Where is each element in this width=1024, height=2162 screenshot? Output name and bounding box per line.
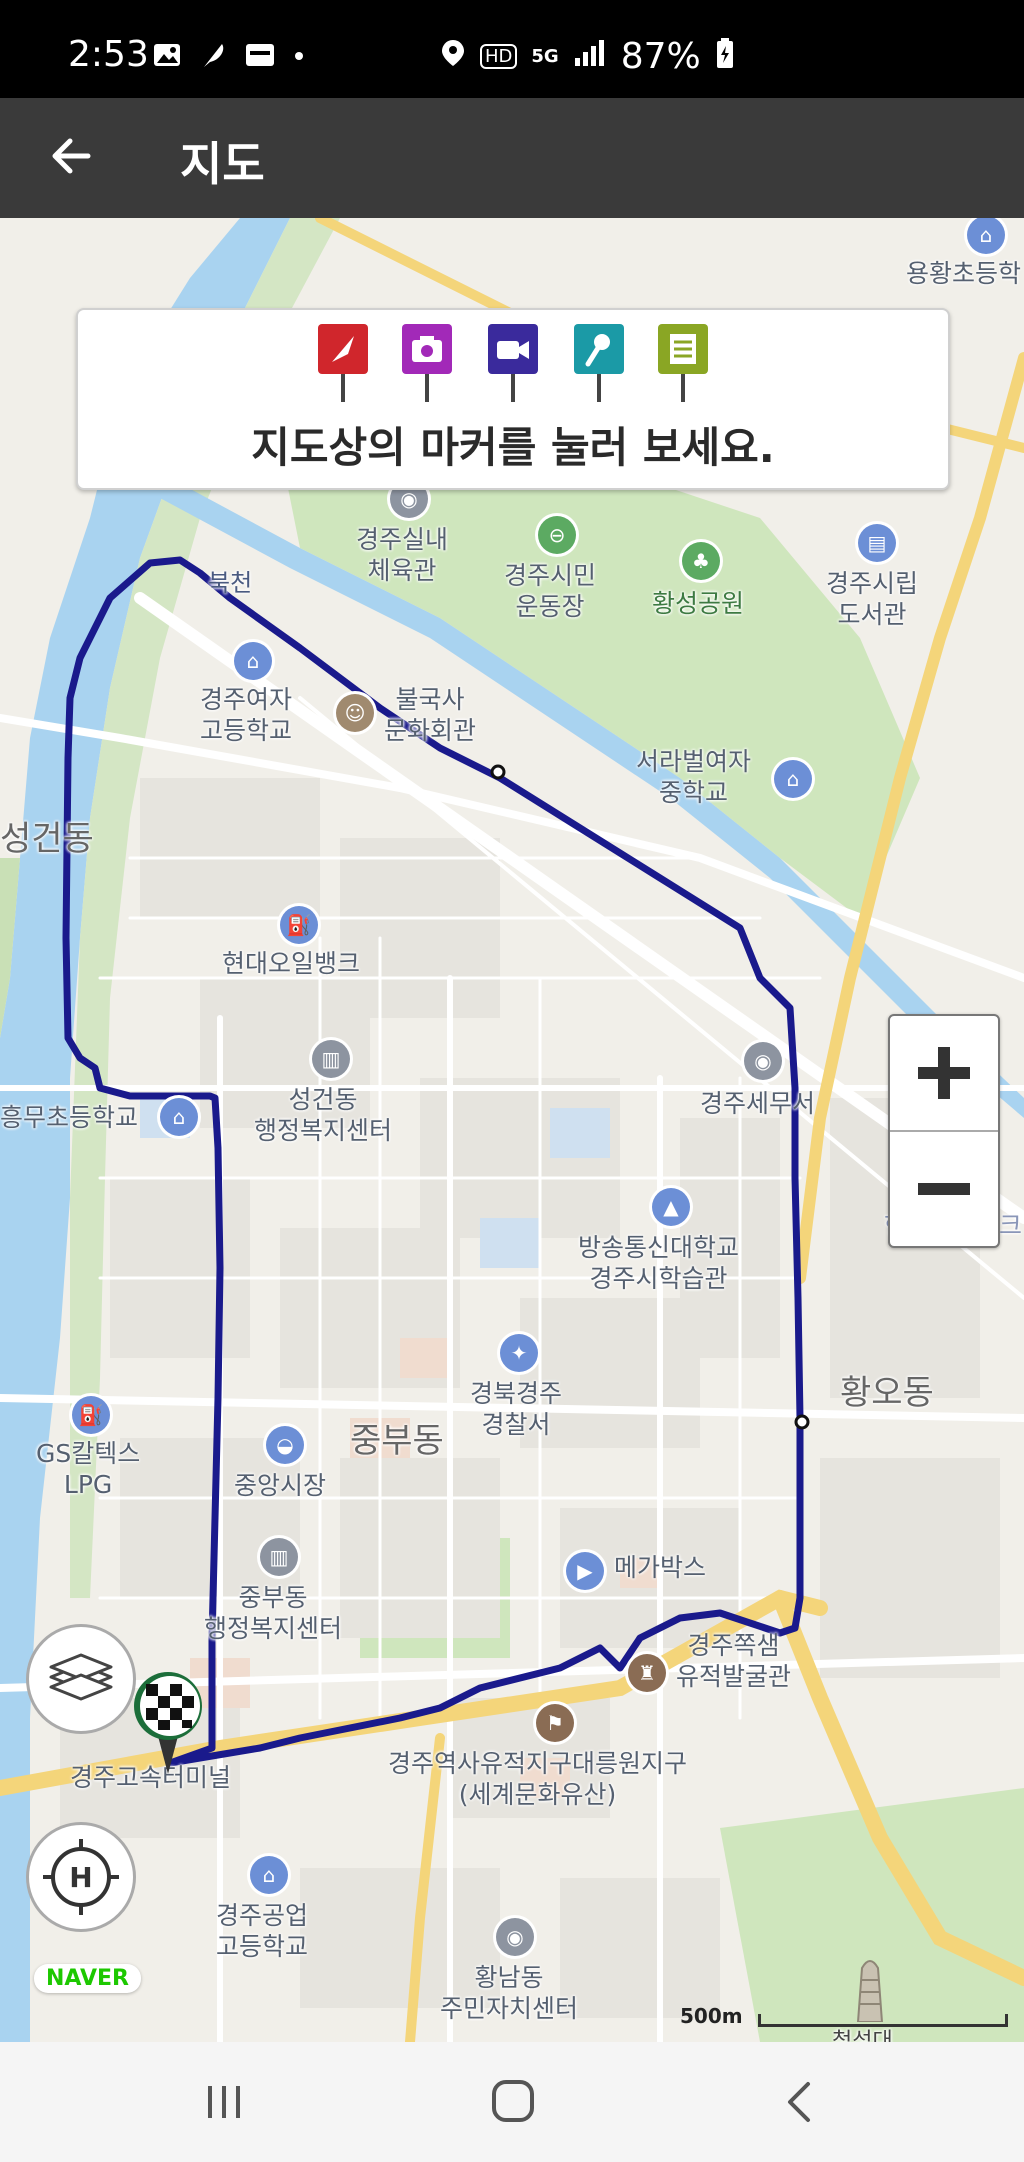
- feather-icon: [198, 40, 228, 77]
- government-icon[interactable]: ◉: [496, 1918, 534, 1956]
- location-icon: [440, 38, 466, 75]
- library-icon[interactable]: ▤: [858, 524, 896, 562]
- poi-label: 경주공업 고등학교: [216, 1901, 309, 1961]
- poi-label: 북천: [208, 569, 253, 597]
- poi-label: 불국사 문화회관: [384, 685, 477, 745]
- marker-hint-text: 지도상의 마커를 눌러 보세요.: [251, 423, 775, 472]
- helipad-icon: H: [29, 1839, 133, 1933]
- home-button[interactable]: [472, 2070, 552, 2134]
- nav-back-button[interactable]: [760, 2070, 840, 2134]
- system-icons: HD 5G 87%: [440, 36, 735, 77]
- theater-icon[interactable]: ☺: [336, 694, 374, 732]
- poi-label: 경주여자 고등학교: [200, 685, 293, 745]
- minus-icon: [890, 1183, 998, 1250]
- gas-station-icon[interactable]: ⛽: [72, 1396, 110, 1434]
- flag-marker-icon[interactable]: [318, 322, 368, 402]
- poi-label: 중부동 행정복지센터: [204, 1583, 343, 1643]
- camera-marker-icon[interactable]: [402, 322, 452, 402]
- video-marker-icon[interactable]: [488, 322, 538, 402]
- poi-label: 첨성대: [832, 2029, 893, 2042]
- school-icon[interactable]: ⌂: [774, 760, 812, 798]
- microphone-marker-icon[interactable]: [574, 322, 624, 402]
- school-icon[interactable]: ⌂: [234, 642, 272, 680]
- university-icon[interactable]: ▲: [652, 1188, 690, 1226]
- gas-station-icon[interactable]: ⛽: [280, 906, 318, 944]
- poi-label: 경주시립 도서관: [826, 569, 919, 629]
- locate-button[interactable]: H: [26, 1822, 136, 1932]
- poi-label: 경주쪽샘 유적발굴관: [676, 1631, 792, 1691]
- stadium-icon[interactable]: ⊖: [538, 516, 576, 554]
- layers-icon: [29, 1653, 133, 1735]
- notification-icons: [152, 40, 306, 77]
- app-bar: 지도: [0, 98, 1024, 218]
- scale-label: 500m: [680, 2004, 743, 2028]
- poi-label: 황남동 주민자치센터: [440, 1963, 579, 2023]
- back-button[interactable]: [44, 126, 104, 186]
- zoom-out-button[interactable]: [890, 1132, 998, 1246]
- recents-icon: [184, 2086, 264, 2138]
- signal-icon: [573, 38, 607, 75]
- school-icon[interactable]: ⌂: [250, 1856, 288, 1894]
- status-bar: 2:53 HD 5G 87%: [0, 0, 1024, 98]
- poi-label: 서라벌여자 중학교: [636, 747, 752, 807]
- government-icon[interactable]: ▥: [260, 1538, 298, 1576]
- arrow-left-icon: [44, 138, 104, 190]
- poi-label: 용황초등학: [906, 259, 1022, 288]
- pay-icon: [244, 40, 276, 77]
- route-waypoint: [490, 764, 506, 780]
- poi-label: 현대오일뱅크: [222, 949, 361, 978]
- status-time: 2:53: [68, 34, 149, 75]
- marker-legend: [318, 322, 708, 406]
- police-icon[interactable]: ✦: [500, 1334, 538, 1372]
- cinema-icon[interactable]: ▶: [566, 1552, 604, 1590]
- scale-bar: [758, 2014, 1008, 2027]
- route-waypoint: [794, 1414, 810, 1430]
- poi-label: 메가박스: [614, 1553, 707, 1582]
- poi-label: 경주시민 운동장: [504, 561, 597, 621]
- zoom-in-button[interactable]: [890, 1016, 998, 1132]
- map-view[interactable]: 성건동 중부동 황오동 북천 ⌂ 용황초등학 ◉ 경주실내 체육관 ⊖ 경주시민…: [0, 218, 1024, 2042]
- note-marker-icon[interactable]: [658, 322, 708, 402]
- area-label: 중부동: [350, 1421, 444, 1461]
- hd-icon: HD: [480, 44, 518, 69]
- back-icon: [760, 2082, 840, 2138]
- dot-icon: [292, 40, 306, 77]
- system-nav-bar: [0, 2042, 1024, 2162]
- poi-label: 경주역사유적지구대릉원지구 (세계문화유산): [388, 1749, 688, 1809]
- battery-percent: 87%: [620, 36, 701, 77]
- poi-label: 성건동 행정복지센터: [254, 1085, 393, 1145]
- area-label: 황오동: [840, 1373, 934, 1413]
- poi-label: 경주세무서: [700, 1089, 816, 1118]
- poi-label: 황성공원: [652, 589, 745, 618]
- area-label: 성건동: [0, 819, 94, 859]
- poi-label: 방송통신대학교 경주시학습관: [578, 1233, 740, 1293]
- layers-button[interactable]: [26, 1624, 136, 1734]
- gallery-icon: [152, 40, 182, 77]
- landmark-icon[interactable]: ⚑: [536, 1704, 574, 1742]
- marker-legend-card: 지도상의 마커를 눌러 보세요.: [76, 308, 950, 490]
- poi-label: 흥무초등학교: [0, 1103, 139, 1132]
- 5g-icon: 5G: [531, 46, 559, 67]
- museum-icon[interactable]: ♜: [628, 1654, 666, 1692]
- poi-label: 중앙시장: [234, 1471, 327, 1500]
- park-icon[interactable]: ♣: [682, 542, 720, 580]
- svg-text:H: H: [69, 1861, 92, 1894]
- zoom-control: [888, 1014, 1000, 1248]
- government-icon[interactable]: ◉: [744, 1042, 782, 1080]
- home-icon: [472, 2080, 552, 2138]
- poi-label: 경주실내 체육관: [356, 525, 449, 585]
- government-icon[interactable]: ▥: [312, 1040, 350, 1078]
- recents-button[interactable]: [184, 2070, 264, 2134]
- naver-logo: NAVER: [34, 1964, 141, 1993]
- page-title: 지도: [180, 137, 265, 191]
- battery-icon: [715, 37, 735, 76]
- market-icon[interactable]: ◒: [266, 1426, 304, 1464]
- poi-label: 경북경주 경찰서: [470, 1379, 563, 1439]
- school-icon[interactable]: ⌂: [160, 1098, 198, 1136]
- poi-label: GS칼텍스 LPG: [36, 1439, 141, 1499]
